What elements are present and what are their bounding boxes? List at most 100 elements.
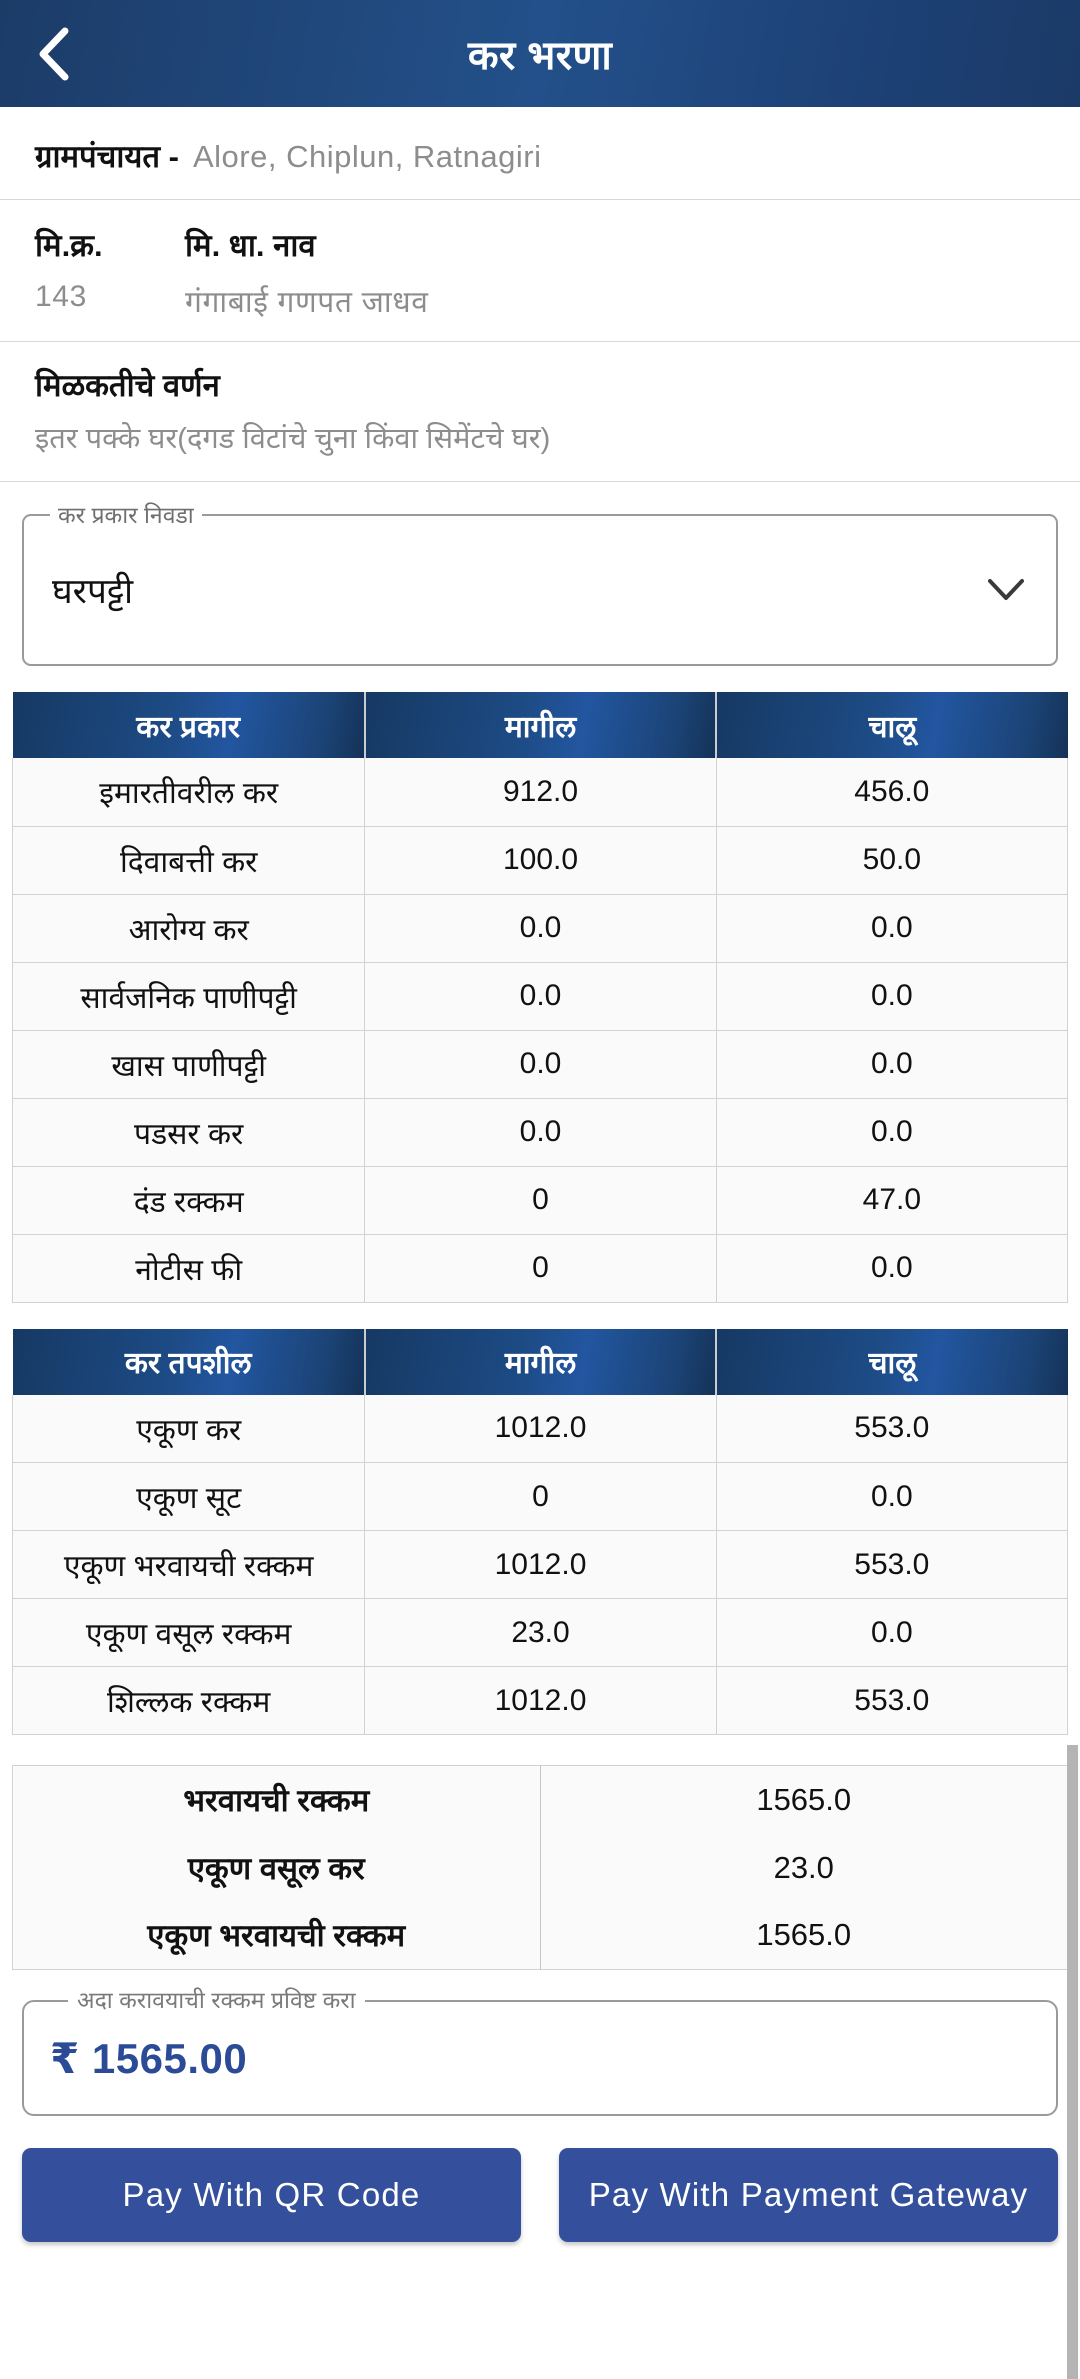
cell-name: एकूण कर — [11, 1394, 366, 1463]
property-number-heading: मि.क्र. — [35, 228, 103, 263]
property-number-column: मि.क्र. 143 — [35, 224, 185, 321]
property-number-value: 143 — [35, 280, 87, 313]
cell-current: 0.0 — [715, 1098, 1069, 1167]
back-button[interactable] — [0, 0, 110, 107]
page-title: कर भरणा — [467, 34, 613, 78]
cell-name: नोटीस फी — [11, 1234, 366, 1303]
cell-previous: 0.0 — [364, 1098, 717, 1167]
scrollbar-thumb[interactable] — [1067, 1745, 1078, 2379]
payable-summary-table: भरवायची रक्कम 1565.0 एकूण वसूल कर 23.0 ए… — [12, 1765, 1068, 1970]
tax-type-select-value: घरपट्टी — [52, 571, 134, 611]
detail-table-header-name: कर तपशील — [12, 1328, 366, 1395]
table-row: दिवाबत्ती कर 100.0 50.0 — [11, 826, 1069, 895]
cell-previous: 912.0 — [364, 758, 717, 827]
tax-payment-screen: कर भरणा ग्रामपंचायत - Alore, Chiplun, Ra… — [0, 0, 1080, 2379]
cell-current: 0.0 — [715, 1598, 1069, 1667]
detail-table-header-previous: मागील — [364, 1328, 718, 1395]
cell-current: 0.0 — [715, 1462, 1069, 1531]
cell-name: एकूण भरवायची रक्कम — [11, 1530, 366, 1599]
cell-current: 553.0 — [715, 1394, 1069, 1463]
table-row: इमारतीवरील कर 912.0 456.0 — [11, 758, 1069, 827]
cell-previous: 1012.0 — [364, 1394, 717, 1463]
tax-type-select-label: कर प्रकार निवडा — [50, 502, 202, 528]
payable-amount-input[interactable]: अदा करावयाची रक्कम प्रविष्ट करा ₹ 1565.0… — [22, 1987, 1058, 2116]
property-info-block: ग्रामपंचायत - Alore, Chiplun, Ratnagiri … — [0, 107, 1080, 482]
payable-amount-label: अदा करावयाची रक्कम प्रविष्ट करा — [68, 1987, 365, 2013]
cell-current: 47.0 — [715, 1166, 1069, 1235]
table-row: नोटीस फी 0 0.0 — [11, 1234, 1069, 1303]
cell-previous: 100.0 — [364, 826, 717, 895]
owner-name-value: गंगाबाई गणपत जाधव — [185, 286, 429, 319]
cell-name: पडसर कर — [11, 1098, 366, 1167]
summary-value: 1565.0 — [540, 1901, 1068, 1970]
app-bar: कर भरणा — [0, 0, 1080, 107]
owner-name-heading: मि. धा. नाव — [185, 228, 316, 263]
property-description-heading: मिळकतीचे वर्णन — [35, 368, 220, 403]
cell-current: 456.0 — [715, 758, 1069, 827]
summary-label: भरवायची रक्कम — [12, 1765, 541, 1834]
table-header-row: कर प्रकार मागील चालू — [12, 692, 1068, 758]
table-row: खास पाणीपट्टी 0.0 0.0 — [11, 1030, 1069, 1099]
cell-previous: 1012.0 — [364, 1666, 717, 1735]
property-description-row: मिळकतीचे वर्णन इतर पक्के घर(दगड विटांचे … — [0, 342, 1080, 482]
payable-amount-value: ₹ 1565.00 — [50, 2034, 248, 2082]
cell-name: सार्वजनिक पाणीपट्टी — [11, 962, 366, 1031]
table-row: पडसर कर 0.0 0.0 — [11, 1098, 1069, 1167]
cell-current: 0.0 — [715, 1234, 1069, 1303]
cell-name: एकूण सूट — [11, 1462, 366, 1531]
gram-panchayat-label: ग्रामपंचायत - — [35, 139, 179, 174]
table-row: सार्वजनिक पाणीपट्टी 0.0 0.0 — [11, 962, 1069, 1031]
payment-actions: Pay With QR Code Pay With Payment Gatewa… — [22, 2148, 1058, 2242]
table-row: दंड रक्कम 0 47.0 — [11, 1166, 1069, 1235]
gram-panchayat-row: ग्रामपंचायत - Alore, Chiplun, Ratnagiri — [0, 107, 1080, 200]
cell-current: 0.0 — [715, 1030, 1069, 1099]
cell-current: 553.0 — [715, 1530, 1069, 1599]
cell-name: खास पाणीपट्टी — [11, 1030, 366, 1099]
table-header-row: कर तपशील मागील चालू — [12, 1328, 1068, 1395]
cell-name: इमारतीवरील कर — [11, 758, 366, 827]
chevron-down-icon[interactable] — [986, 570, 1026, 610]
cell-previous: 0 — [364, 1166, 717, 1235]
gram-panchayat-value: Alore, Chiplun, Ratnagiri — [192, 139, 542, 174]
cell-previous: 0.0 — [364, 1030, 717, 1099]
cell-name: दिवाबत्ती कर — [11, 826, 366, 895]
cell-current: 0.0 — [715, 894, 1069, 963]
tax-table-header-current: चालू — [716, 692, 1068, 758]
cell-current: 0.0 — [715, 962, 1069, 1031]
tax-detail-table: कर तपशील मागील चालू एकूण कर 1012.0 553.0… — [11, 1328, 1069, 1735]
summary-label: एकूण भरवायची रक्कम — [12, 1901, 541, 1970]
cell-previous: 0.0 — [364, 962, 717, 1031]
summary-value: 23.0 — [540, 1833, 1068, 1902]
summary-value: 1565.0 — [540, 1765, 1068, 1834]
tax-table-header-previous: मागील — [364, 692, 718, 758]
table-row: शिल्लक रक्कम 1012.0 553.0 — [11, 1666, 1069, 1735]
pay-with-qr-code-button[interactable]: Pay With QR Code — [22, 2148, 521, 2242]
tax-table-header-name: कर प्रकार — [12, 692, 366, 758]
table-row: एकूण सूट 0 0.0 — [11, 1462, 1069, 1531]
cell-previous: 0.0 — [364, 894, 717, 963]
cell-previous: 0 — [364, 1234, 717, 1303]
cell-name: शिल्लक रक्कम — [11, 1666, 366, 1735]
cell-previous: 23.0 — [364, 1598, 717, 1667]
pay-with-payment-gateway-button[interactable]: Pay With Payment Gateway — [559, 2148, 1058, 2242]
cell-name: दंड रक्कम — [11, 1166, 366, 1235]
summary-row: एकूण भरवायची रक्कम 1565.0 — [12, 1901, 1068, 1970]
summary-row: एकूण वसूल कर 23.0 — [12, 1833, 1068, 1902]
tax-type-select[interactable]: कर प्रकार निवडा घरपट्टी — [22, 502, 1058, 666]
cell-previous: 1012.0 — [364, 1530, 717, 1599]
table-row: आरोग्य कर 0.0 0.0 — [11, 894, 1069, 963]
tax-breakdown-table: कर प्रकार मागील चालू इमारतीवरील कर 912.0… — [11, 692, 1069, 1303]
summary-label: एकूण वसूल कर — [12, 1833, 541, 1902]
cell-name: एकूण वसूल रक्कम — [11, 1598, 366, 1667]
scroll-content: ग्रामपंचायत - Alore, Chiplun, Ratnagiri … — [0, 107, 1080, 2379]
cell-name: आरोग्य कर — [11, 894, 366, 963]
cell-current: 50.0 — [715, 826, 1069, 895]
summary-row: भरवायची रक्कम 1565.0 — [12, 1765, 1068, 1834]
owner-name-column: मि. धा. नाव गंगाबाई गणपत जाधव — [185, 224, 1045, 321]
chevron-left-icon — [34, 25, 76, 83]
cell-current: 553.0 — [715, 1666, 1069, 1735]
cell-previous: 0 — [364, 1462, 717, 1531]
table-row: एकूण भरवायची रक्कम 1012.0 553.0 — [11, 1530, 1069, 1599]
table-row: एकूण वसूल रक्कम 23.0 0.0 — [11, 1598, 1069, 1667]
detail-table-header-current: चालू — [716, 1328, 1068, 1395]
